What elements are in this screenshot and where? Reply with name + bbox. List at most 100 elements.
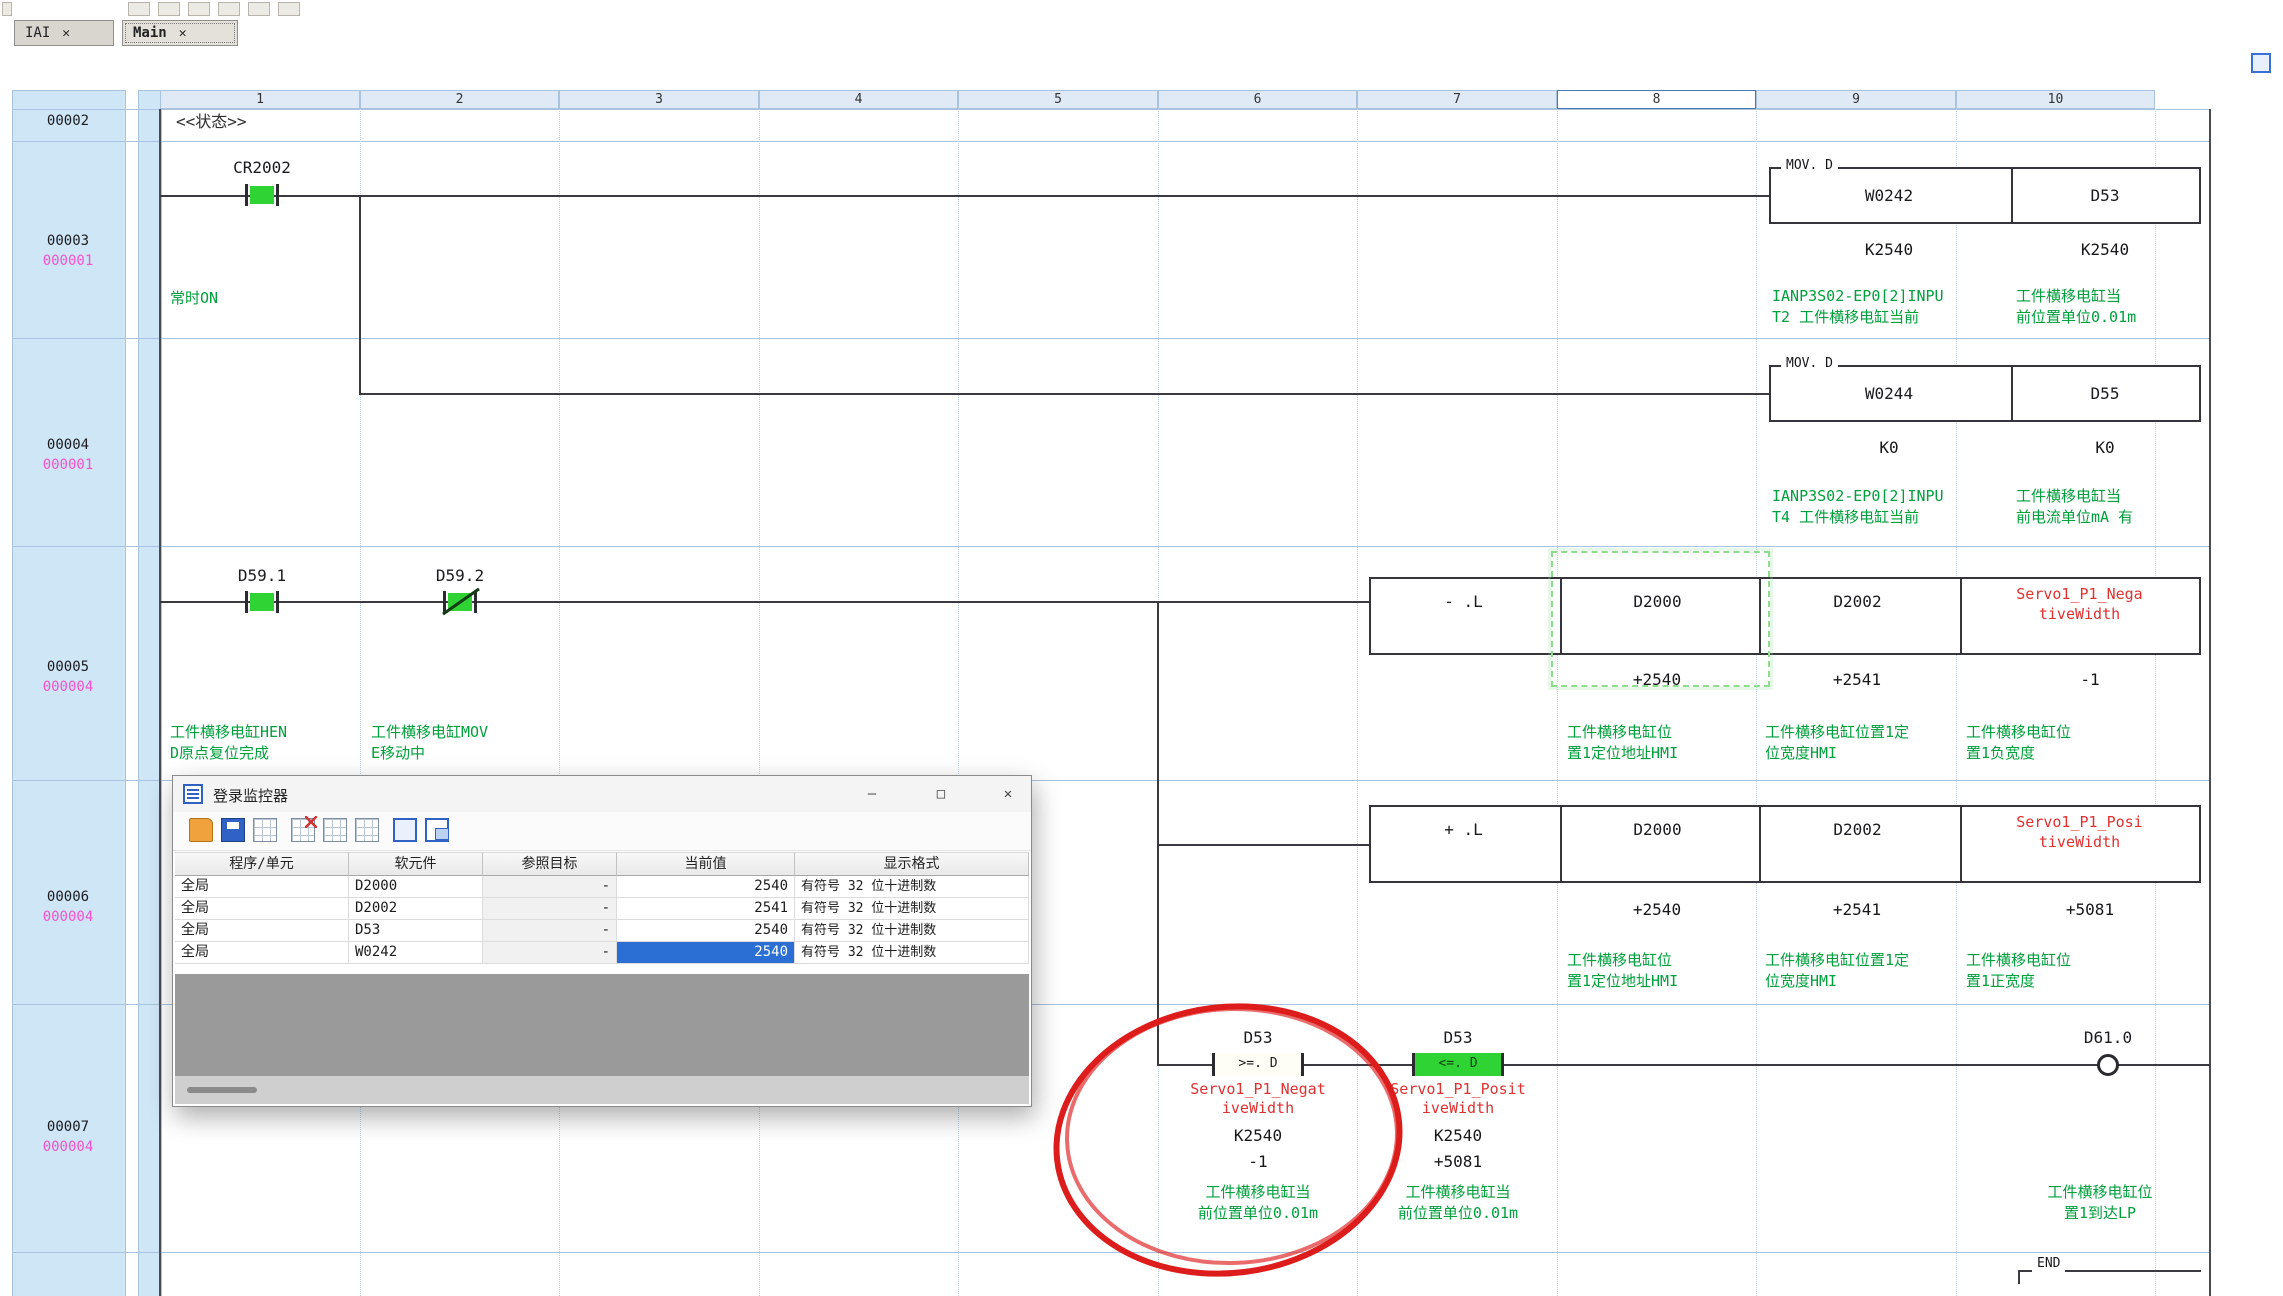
- operand-divider: [1759, 807, 1761, 881]
- contact-d59-1[interactable]: [245, 591, 279, 613]
- tab-main[interactable]: Main ✕: [122, 20, 238, 46]
- hscrollbar-handle[interactable]: [187, 1087, 257, 1093]
- watch-cell-format[interactable]: 有符号 32 位十进制数: [795, 920, 1029, 942]
- device-comment: 工件横移电缸当 前位置单位0.01m: [1358, 1182, 1558, 1224]
- watch-col-header[interactable]: 参照目标: [483, 852, 617, 876]
- watch-cell-format[interactable]: 有符号 32 位十进制数: [795, 942, 1029, 964]
- instruction-mnemonic: + .L: [1369, 820, 1558, 840]
- watch-cell-value[interactable]: 2540: [617, 876, 795, 898]
- output-coil-d61-0[interactable]: [2097, 1054, 2119, 1076]
- register-watch-icon[interactable]: [253, 818, 277, 842]
- tab-iai-close-icon[interactable]: ✕: [62, 26, 70, 41]
- col-header-4: 4: [759, 90, 958, 109]
- watch-cell-device[interactable]: W0242: [349, 942, 483, 964]
- watch-cell-value[interactable]: 2541: [617, 898, 795, 920]
- wire-branch: [359, 195, 361, 395]
- operand-source[interactable]: W0242: [1769, 186, 2009, 206]
- watch-cell-value-selected[interactable]: 2540: [617, 942, 795, 964]
- operand-dest[interactable]: D55: [2009, 384, 2201, 404]
- monitor-value: +2541: [1757, 670, 1957, 690]
- watch-cell-ref[interactable]: -: [483, 920, 617, 942]
- toolbar-icon-6[interactable]: [278, 2, 300, 16]
- compare-constant: K2540: [1178, 1126, 1338, 1146]
- watch-cell-ref[interactable]: -: [483, 942, 617, 964]
- maximize-button[interactable]: □: [926, 781, 956, 807]
- watch-cell-device[interactable]: D2000: [349, 876, 483, 898]
- insert-row-icon[interactable]: [323, 818, 347, 842]
- step-number: 00007: [12, 1118, 124, 1136]
- step-number: 00005: [12, 658, 124, 676]
- operand-dest[interactable]: D53: [2009, 186, 2201, 206]
- toolbar-icon-5[interactable]: [248, 2, 270, 16]
- grid-settings-icon[interactable]: [355, 818, 379, 842]
- operand-device-name[interactable]: Servo1_P1_Posi tiveWidth: [1958, 812, 2201, 852]
- grid-line: [759, 109, 760, 1296]
- compare-contact-lte[interactable]: <=. D: [1412, 1053, 1504, 1076]
- grid-line: [958, 109, 959, 1296]
- operand-divider: [1560, 807, 1562, 881]
- watch-hscrollbar[interactable]: [175, 1076, 1029, 1104]
- delete-watch-icon[interactable]: [291, 818, 315, 842]
- monitor-start-icon[interactable]: [393, 818, 417, 842]
- step-number: 00002: [12, 112, 124, 130]
- watch-cell-scope[interactable]: 全局: [175, 920, 349, 942]
- close-button[interactable]: ✕: [993, 781, 1023, 807]
- watch-cell-scope[interactable]: 全局: [175, 876, 349, 898]
- step-number: 00003: [12, 232, 124, 250]
- watch-cell-format[interactable]: 有符号 32 位十进制数: [795, 876, 1029, 898]
- watch-col-header[interactable]: 程序/单元: [175, 852, 349, 876]
- watch-cell-scope[interactable]: 全局: [175, 898, 349, 920]
- toolbar-icon-1[interactable]: [128, 2, 150, 16]
- minimize-button[interactable]: —: [857, 781, 887, 807]
- watch-col-header[interactable]: 软元件: [349, 852, 483, 876]
- scroll-corner-button[interactable]: [2251, 53, 2271, 73]
- watch-cell-format[interactable]: 有符号 32 位十进制数: [795, 898, 1029, 920]
- save-icon[interactable]: [221, 818, 245, 842]
- operand[interactable]: D2002: [1757, 592, 1958, 612]
- tab-iai[interactable]: IAI ✕: [14, 20, 114, 46]
- watch-cell-value[interactable]: 2540: [617, 920, 795, 942]
- toolbar-icon-4[interactable]: [218, 2, 240, 16]
- monitor-value: -1: [2000, 670, 2180, 690]
- monitor-value: +2540: [1557, 900, 1757, 920]
- monitor-value: K0: [2005, 438, 2205, 458]
- watch-empty-area: [175, 974, 1029, 1076]
- contact-cr2002[interactable]: [245, 184, 279, 206]
- col-header-9: 9: [1756, 90, 1956, 109]
- cell-selection-cursor[interactable]: [1551, 551, 1770, 687]
- watch-cell-device[interactable]: D2002: [349, 898, 483, 920]
- watch-cell-ref[interactable]: -: [483, 876, 617, 898]
- watch-cell-ref[interactable]: -: [483, 898, 617, 920]
- tab-main-label: Main: [133, 25, 167, 41]
- watch-cell-scope[interactable]: 全局: [175, 942, 349, 964]
- monitor-value: K2540: [1789, 240, 1989, 260]
- toolbar-icon-3[interactable]: [188, 2, 210, 16]
- instruction-mnemonic: - .L: [1369, 592, 1558, 612]
- compare-device-name: Servo1_P1_Negat iveWidth: [1158, 1080, 1358, 1118]
- monitor-transfer-icon[interactable]: [425, 818, 449, 842]
- window-title-bar[interactable]: 登录监控器 — □ ✕: [173, 776, 1031, 813]
- entry-monitor-window[interactable]: 登录监控器 — □ ✕ 程序/单元 软元件 参照目标 当前值 显示格式 全局 D…: [172, 775, 1032, 1107]
- compare-contact-gte[interactable]: >=. D: [1212, 1053, 1304, 1076]
- contact-nc-d59-2[interactable]: [443, 591, 477, 613]
- operand[interactable]: D2002: [1757, 820, 1958, 840]
- operand-device-name[interactable]: Servo1_P1_Nega tiveWidth: [1958, 584, 2201, 624]
- monitor-value: K0: [1789, 438, 1989, 458]
- tab-main-close-icon[interactable]: ✕: [179, 26, 187, 41]
- rung-statement-comment[interactable]: <<状态>>: [176, 112, 247, 132]
- end-instruction-label[interactable]: END: [2032, 1256, 2065, 1272]
- operand-source[interactable]: W0244: [1769, 384, 2009, 404]
- col-header-7: 7: [1357, 90, 1557, 109]
- rung-separator: [12, 141, 2210, 142]
- grid-line: [559, 109, 560, 1296]
- toolbar-icon-2[interactable]: [158, 2, 180, 16]
- watch-col-header[interactable]: 显示格式: [795, 852, 1029, 876]
- contact-device-label: D59.2: [390, 566, 530, 586]
- device-comment: 常时ON: [170, 288, 218, 309]
- watch-col-header[interactable]: 当前值: [617, 852, 795, 876]
- watch-cell-device[interactable]: D53: [349, 920, 483, 942]
- monitor-value: -1: [1178, 1152, 1338, 1172]
- open-icon[interactable]: [189, 818, 213, 842]
- operand[interactable]: D2000: [1558, 820, 1757, 840]
- wire: [160, 195, 1769, 197]
